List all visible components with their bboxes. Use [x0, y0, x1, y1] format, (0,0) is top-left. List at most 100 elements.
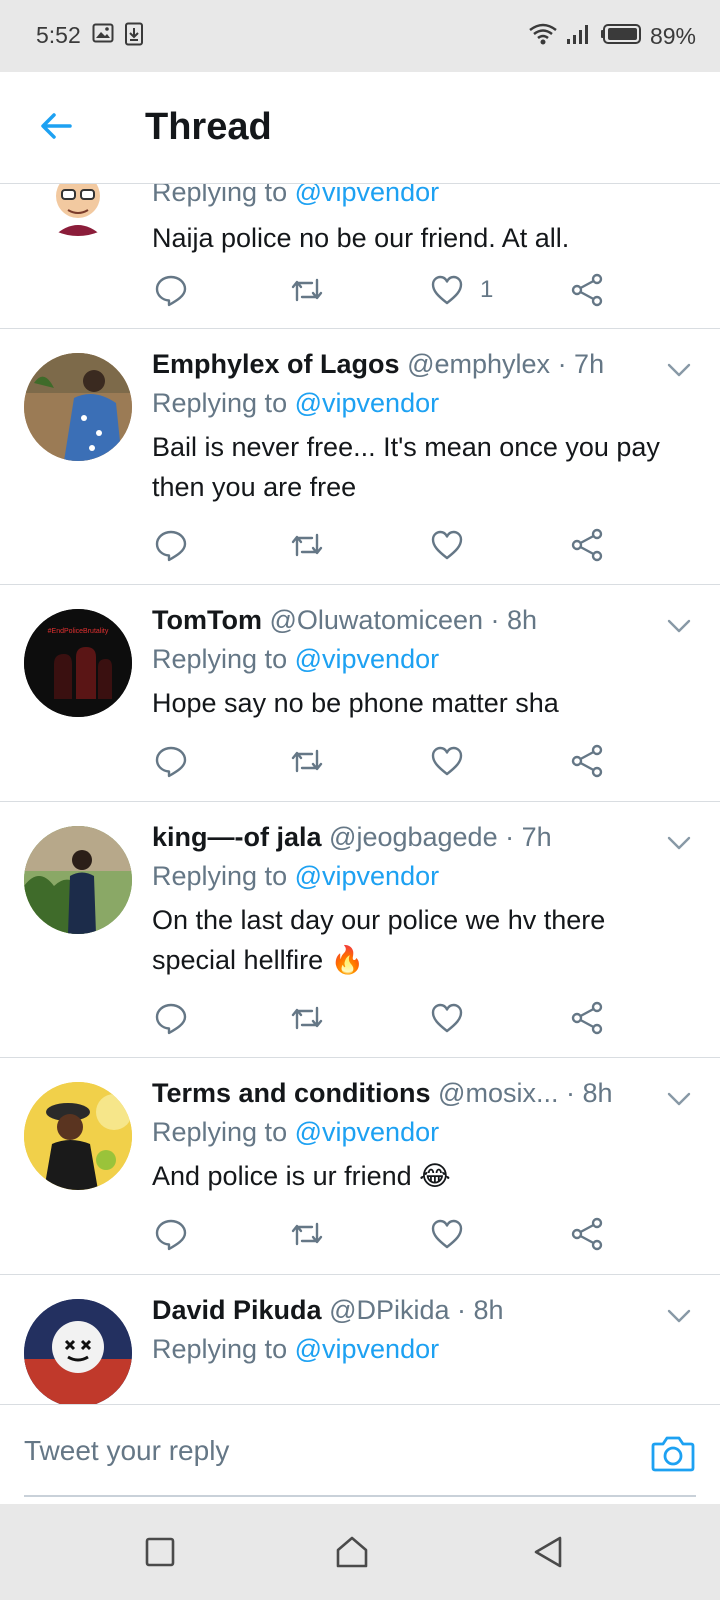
heart-icon: [431, 530, 463, 560]
like-button[interactable]: [430, 1216, 464, 1252]
replying-to: Replying to @vipvendor: [152, 184, 696, 212]
user-handle[interactable]: @mosix...: [438, 1078, 558, 1108]
tweet-item[interactable]: king—-of jala @jeogbagede · 7h Replying …: [0, 802, 720, 1058]
share-button[interactable]: [570, 527, 604, 563]
retweet-button[interactable]: [290, 1216, 324, 1252]
camera-button[interactable]: [650, 1431, 696, 1477]
avatar-caption: #EndPoliceBrutality: [48, 628, 109, 635]
display-name[interactable]: king—-of jala: [152, 822, 322, 852]
like-button[interactable]: [430, 743, 464, 779]
tweet-item[interactable]: Replying to @vipvendor Naija police no b…: [0, 184, 720, 329]
avatar[interactable]: #EndPoliceBrutality: [24, 609, 132, 717]
reply-composer: Tweet your reply: [0, 1404, 720, 1504]
tweet-item[interactable]: #EndPoliceBrutality TomTom @Oluwatomicee…: [0, 585, 720, 802]
share-button[interactable]: [570, 1000, 604, 1036]
recents-button[interactable]: [140, 1532, 180, 1572]
chevron-down-icon[interactable]: [666, 1086, 692, 1112]
display-name[interactable]: TomTom: [152, 605, 262, 635]
image-icon: [92, 22, 114, 51]
avatar[interactable]: [24, 1299, 132, 1404]
display-name[interactable]: Emphylex of Lagos: [152, 349, 400, 379]
share-icon: [571, 1217, 603, 1251]
like-button[interactable]: [430, 527, 464, 563]
like-button[interactable]: 1: [430, 272, 493, 308]
display-name[interactable]: David Pikuda: [152, 1295, 322, 1325]
status-system-icons: 89%: [528, 22, 696, 51]
user-handle[interactable]: @emphylex: [407, 349, 550, 379]
tweet-header: David Pikuda @DPikida · 8h: [152, 1291, 696, 1329]
camera-icon: [651, 1436, 695, 1472]
composer-underline: [24, 1495, 696, 1497]
tweet-item[interactable]: Emphylex of Lagos @emphylex · 7h Replyin…: [0, 329, 720, 585]
tweet-header: TomTom @Oluwatomiceen · 8h: [152, 601, 696, 639]
chevron-down-icon[interactable]: [666, 1303, 692, 1329]
reply-button[interactable]: [154, 272, 188, 308]
home-icon: [336, 1536, 368, 1568]
retweet-icon: [291, 278, 323, 302]
share-icon: [571, 528, 603, 562]
tweet-item[interactable]: David Pikuda @DPikida · 8h Replying to @…: [0, 1275, 720, 1404]
reply-button[interactable]: [154, 743, 188, 779]
reply-button[interactable]: [154, 1216, 188, 1252]
back-button[interactable]: [36, 106, 76, 146]
like-button[interactable]: [430, 1000, 464, 1036]
retweet-button[interactable]: [290, 1000, 324, 1036]
tweet-actions: [152, 1000, 612, 1040]
mention-link[interactable]: @vipvendor: [295, 861, 439, 891]
retweet-button[interactable]: [290, 527, 324, 563]
share-button[interactable]: [570, 743, 604, 779]
chevron-down-icon[interactable]: [666, 613, 692, 639]
replying-to: Replying to @vipvendor: [152, 1334, 440, 1364]
user-handle[interactable]: @DPikida: [329, 1295, 449, 1325]
chevron-down-icon[interactable]: [666, 830, 692, 856]
battery-percentage: 89%: [649, 23, 696, 49]
mention-link[interactable]: @vipvendor: [295, 644, 439, 674]
tweet-header: king—-of jala @jeogbagede · 7h: [152, 818, 696, 856]
user-handle[interactable]: @Oluwatomiceen: [270, 605, 484, 635]
share-icon: [571, 1001, 603, 1035]
reply-button[interactable]: [154, 527, 188, 563]
mention-link[interactable]: @vipvendor: [295, 388, 439, 418]
display-name[interactable]: Terms and conditions: [152, 1078, 431, 1108]
share-button[interactable]: [570, 1216, 604, 1252]
tweet-text: On the last day our police we hv there s…: [152, 905, 606, 975]
tweet-item[interactable]: Terms and conditions @mosix... · 8h Repl…: [0, 1058, 720, 1275]
tweet-header: Emphylex of Lagos @emphylex · 7h: [152, 345, 696, 383]
mention-link[interactable]: @vipvendor: [295, 1117, 439, 1147]
reply-button[interactable]: [154, 1000, 188, 1036]
reply-feed[interactable]: Replying to @vipvendor Naija police no b…: [0, 184, 720, 1404]
share-button[interactable]: [570, 272, 604, 308]
recents-square-icon: [145, 1537, 175, 1567]
avatar[interactable]: [24, 353, 132, 461]
heart-icon: [431, 1003, 463, 1033]
back-nav-button[interactable]: [528, 1532, 568, 1572]
status-time: 5:52: [36, 22, 81, 48]
avatar[interactable]: [24, 184, 132, 236]
reply-icon: [155, 275, 187, 307]
avatar[interactable]: [24, 1082, 132, 1190]
system-navigation-bar: [0, 1504, 720, 1600]
avatar[interactable]: [24, 826, 132, 934]
replying-to: Replying to @vipvendor: [152, 388, 440, 418]
retweet-icon: [291, 1222, 323, 1246]
download-icon: [124, 22, 144, 51]
page-title: Thread: [145, 106, 272, 148]
retweet-button[interactable]: [290, 272, 324, 308]
share-icon: [571, 744, 603, 778]
reply-icon: [155, 1003, 187, 1035]
home-button[interactable]: [332, 1532, 372, 1572]
replying-to: Replying to @vipvendor: [152, 1117, 440, 1147]
retweet-button[interactable]: [290, 743, 324, 779]
mention-link[interactable]: @vipvendor: [295, 1334, 439, 1364]
retweet-icon: [291, 749, 323, 773]
user-handle[interactable]: @jeogbagede: [329, 822, 498, 852]
tweet-actions: [152, 743, 612, 783]
replying-to: Replying to @vipvendor: [152, 861, 440, 891]
battery-icon: [600, 23, 642, 50]
tweet-time: · 7h: [505, 822, 552, 852]
mention-link[interactable]: @vipvendor: [295, 184, 439, 207]
tweet-reply-input[interactable]: Tweet your reply: [24, 1435, 229, 1467]
status-notification-icons: [92, 22, 144, 51]
chevron-down-icon[interactable]: [666, 357, 692, 383]
share-icon: [571, 273, 603, 307]
